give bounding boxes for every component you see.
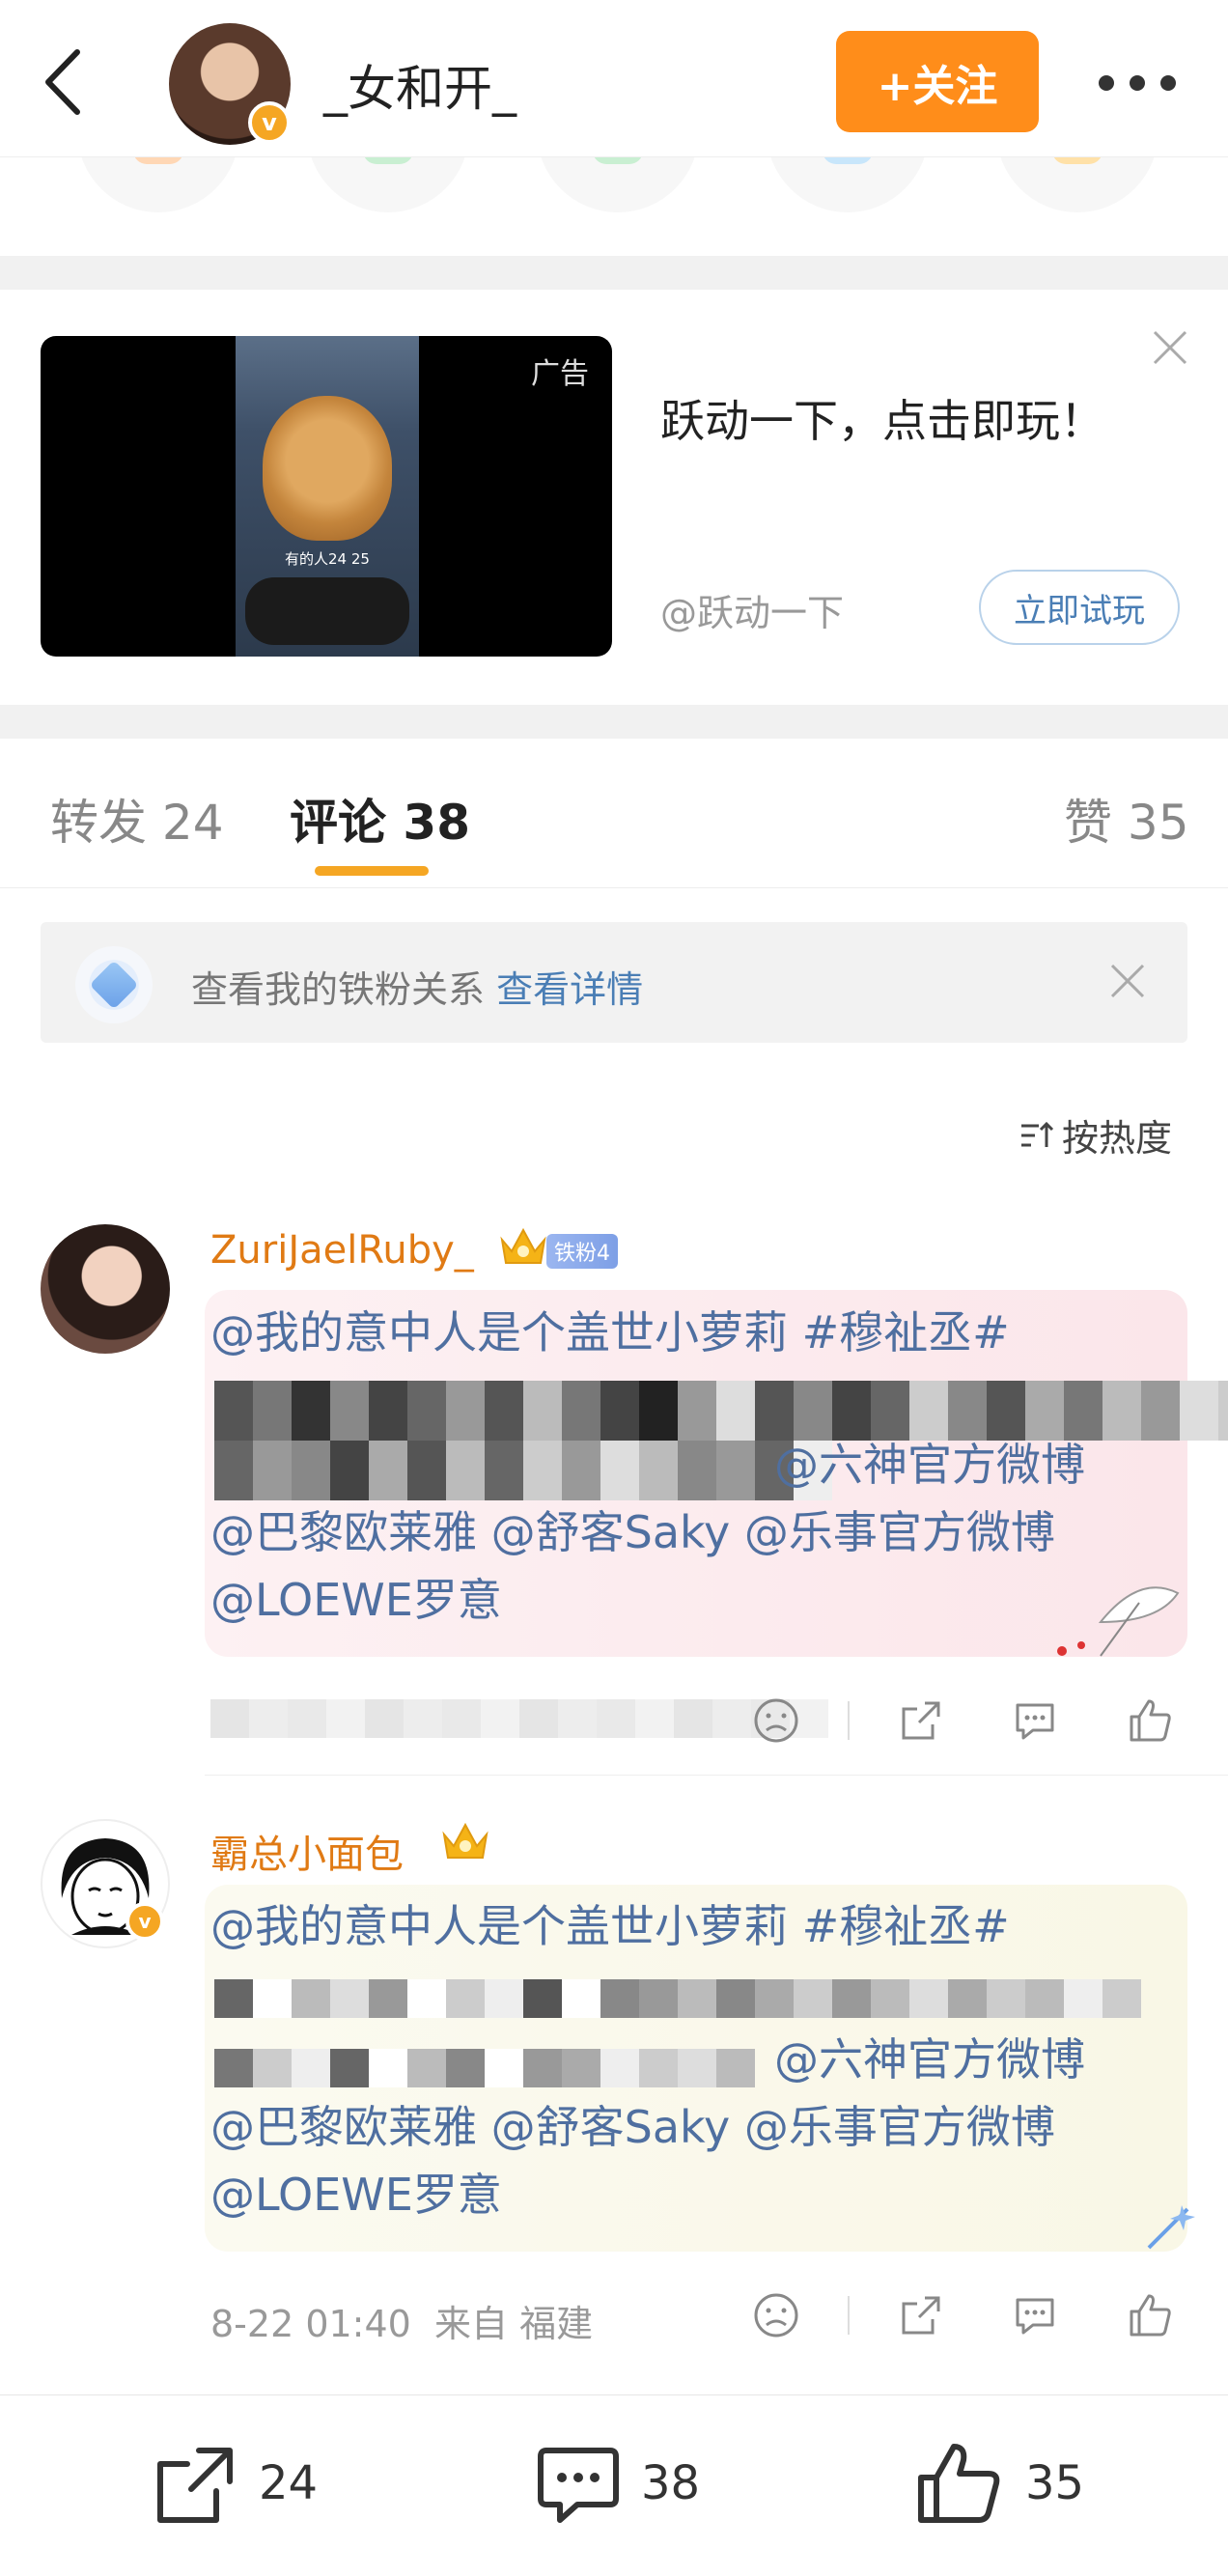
back-icon[interactable] xyxy=(41,46,87,118)
ad-tag: 广告 xyxy=(531,357,589,391)
comment-line: @我的意中人是个盖世小萝莉 #穆祉丞# xyxy=(210,1900,1010,1952)
sparkle-decoration-icon xyxy=(1147,2205,1195,2250)
sort-button[interactable]: 按热度 xyxy=(1018,1108,1172,1162)
commenter-avatar[interactable] xyxy=(41,1224,170,1354)
crown-icon xyxy=(442,1822,488,1859)
diamond-icon xyxy=(75,946,153,1023)
follow-button[interactable]: +关注 xyxy=(836,31,1039,132)
action-divider xyxy=(848,2296,850,2335)
close-icon[interactable] xyxy=(1151,328,1189,367)
iron-fan-link[interactable]: 查看详情 xyxy=(496,968,643,1011)
iron-fan-label: 查看我的铁粉关系 xyxy=(191,968,486,1011)
sort-icon xyxy=(1021,1121,1054,1147)
ad-gloves xyxy=(245,577,409,645)
section-gap xyxy=(0,256,1228,290)
repost-icon[interactable] xyxy=(153,2445,237,2526)
comment-line: @我的意中人是个盖世小萝莉 #穆祉丞# xyxy=(210,1306,1010,1358)
reply-icon[interactable] xyxy=(1010,2290,1060,2340)
blurred-time xyxy=(210,1699,828,1738)
action-divider xyxy=(848,1701,850,1740)
comment-line: @巴黎欧莱雅 @舒客Saky @乐事官方微博 xyxy=(210,1506,1055,1558)
ad-dog-photo: 有的人24 25 xyxy=(236,336,419,657)
comment-location: 来自 福建 xyxy=(434,2303,594,2345)
more-options-icon[interactable] xyxy=(1099,75,1176,91)
crown-icon xyxy=(500,1227,546,1264)
reply-icon[interactable] xyxy=(1010,1695,1060,1746)
like-count[interactable]: 35 xyxy=(1025,2456,1084,2510)
share-icon[interactable] xyxy=(896,1695,946,1746)
tab-repost[interactable]: 转发 24 xyxy=(50,784,224,854)
like-icon[interactable] xyxy=(915,2439,1004,2528)
dislike-icon[interactable] xyxy=(751,2290,801,2340)
tab-indicator xyxy=(315,866,429,876)
blurred-text xyxy=(214,2049,755,2087)
share-icon[interactable] xyxy=(896,2290,946,2340)
blurred-text xyxy=(214,1441,832,1500)
comment-time: 8-22 01:40 xyxy=(210,2303,411,2345)
ad-source[interactable]: @跃动一下 xyxy=(660,583,844,636)
ad-image[interactable]: 有的人24 25 广告 xyxy=(41,336,612,657)
dislike-icon[interactable] xyxy=(751,1695,801,1746)
comment-line: @六神官方微博 xyxy=(774,2033,1085,2086)
ad-try-button[interactable]: 立即试玩 xyxy=(979,570,1180,645)
blurred-text xyxy=(214,1979,1141,2018)
tab-like[interactable]: 赞 35 xyxy=(1064,784,1189,854)
comment-icon[interactable] xyxy=(535,2445,622,2528)
iron-fan-badge: 铁粉4 xyxy=(546,1234,618,1269)
commenter-name[interactable]: 霸总小面包 xyxy=(210,1823,404,1879)
sort-label: 按热度 xyxy=(1062,1117,1173,1160)
dog-head xyxy=(263,396,392,541)
ad-title[interactable]: 跃动一下，点击即玩！ xyxy=(660,386,1104,450)
comment-line: @六神官方微博 xyxy=(774,1439,1085,1491)
comment-line: @LOEWE罗意 xyxy=(210,2169,502,2221)
verified-badge-icon: v xyxy=(248,101,291,144)
section-gap xyxy=(0,705,1228,739)
umbrella-decoration-icon xyxy=(1057,1586,1180,1657)
comment-line: @巴黎欧莱雅 @舒客Saky @乐事官方微博 xyxy=(210,2101,1055,2153)
username[interactable]: _女和开_ xyxy=(323,50,516,120)
ad-caption: 有的人24 25 xyxy=(285,550,370,568)
comment-line: @LOEWE罗意 xyxy=(210,1574,502,1626)
repost-count[interactable]: 24 xyxy=(259,2456,318,2510)
comment-divider xyxy=(205,1775,1228,1776)
like-icon[interactable] xyxy=(1126,2290,1176,2340)
close-icon[interactable] xyxy=(1108,962,1147,1000)
like-icon[interactable] xyxy=(1126,1695,1176,1746)
iron-fan-text: 查看我的铁粉关系 查看详情 xyxy=(191,960,643,1013)
comment-meta: 8-22 01:40 来自 福建 xyxy=(210,2294,593,2347)
verified-badge-icon: v xyxy=(126,1902,164,1941)
comment-count[interactable]: 38 xyxy=(641,2456,700,2510)
tab-comment[interactable]: 评论 38 xyxy=(290,784,470,854)
commenter-name[interactable]: ZuriJaelRuby_ xyxy=(210,1228,474,1273)
